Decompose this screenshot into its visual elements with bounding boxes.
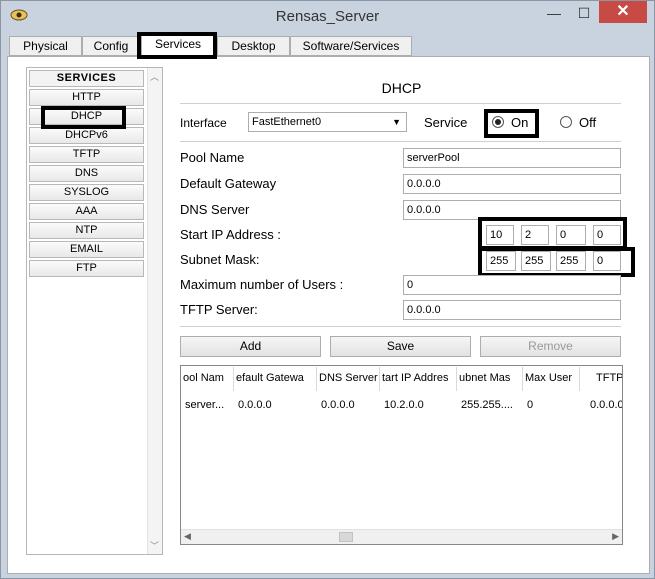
service-off-radio[interactable] xyxy=(560,116,572,128)
dropdown-arrow-icon: ▼ xyxy=(392,117,401,127)
title-bar[interactable]: Rensas_Server — ☐ ✕ xyxy=(1,1,654,32)
tftp-server-label: TFTP Server: xyxy=(180,302,258,317)
close-button[interactable]: ✕ xyxy=(599,1,647,23)
service-email[interactable]: EMAIL xyxy=(29,241,144,258)
service-on-label: On xyxy=(511,115,529,130)
column-header[interactable]: TFTP xyxy=(580,367,622,391)
table-cell[interactable]: 255.255.... xyxy=(457,396,523,414)
minimize-button[interactable]: — xyxy=(540,3,568,23)
service-ntp[interactable]: NTP xyxy=(29,222,144,239)
dhcp-panel: DHCP Interface FastEthernet0 ▼ Service O… xyxy=(180,57,635,567)
start-ip-octet-3[interactable]: 0 xyxy=(556,225,586,245)
tab-bar: Physical Config Services Desktop Softwar… xyxy=(7,34,650,57)
scroll-thumb[interactable] xyxy=(339,532,353,542)
table-cell[interactable]: 0.0.0.0 xyxy=(317,396,380,414)
subnet-octet-1[interactable]: 255 xyxy=(486,251,516,271)
pool-table: ool Nam efault Gatewa DNS Server tart IP… xyxy=(180,365,623,545)
dhcp-heading: DHCP xyxy=(381,80,422,96)
subnet-octet-3[interactable]: 255 xyxy=(556,251,586,271)
service-syslog[interactable]: SYSLOG xyxy=(29,184,144,201)
start-ip-octet-1[interactable]: 10 xyxy=(486,225,514,245)
tab-services[interactable]: Services xyxy=(141,34,215,57)
services-header: SERVICES xyxy=(29,70,144,87)
gateway-label: Default Gateway xyxy=(180,176,277,191)
column-header[interactable]: tart IP Addres xyxy=(380,367,457,391)
divider xyxy=(180,103,621,104)
max-users-input[interactable]: 0 xyxy=(403,275,621,295)
services-sidebar: SERVICES HTTP DHCP DHCPv6 TFTP DNS SYSLO… xyxy=(26,67,163,555)
tab-config[interactable]: Config xyxy=(82,36,140,56)
service-label: Service xyxy=(424,115,468,130)
service-ftp[interactable]: FTP xyxy=(29,260,144,277)
tab-desktop[interactable]: Desktop xyxy=(217,36,290,56)
pool-name-input[interactable]: serverPool xyxy=(403,148,621,168)
maximize-button[interactable]: ☐ xyxy=(570,3,598,23)
gateway-input[interactable]: 0.0.0.0 xyxy=(403,174,621,194)
scroll-left-icon[interactable]: ◀ xyxy=(184,531,191,542)
divider xyxy=(180,141,621,142)
max-users-label: Maximum number of Users : xyxy=(180,277,344,292)
add-button[interactable]: Add xyxy=(180,336,321,357)
start-ip-label: Start IP Address : xyxy=(180,227,281,242)
dns-server-label: DNS Server xyxy=(180,202,250,217)
dns-server-input[interactable]: 0.0.0.0 xyxy=(403,200,621,220)
table-cell[interactable]: 10.2.0.0 xyxy=(380,396,457,414)
subnet-octet-4[interactable]: 0 xyxy=(593,251,621,271)
tab-physical[interactable]: Physical xyxy=(9,36,82,56)
subnet-mask-label: Subnet Mask: xyxy=(180,252,260,267)
column-header[interactable]: ool Nam xyxy=(181,367,234,391)
service-aaa[interactable]: AAA xyxy=(29,203,144,220)
server-window: Rensas_Server — ☐ ✕ Physical Config Serv… xyxy=(0,0,655,579)
column-header[interactable]: efault Gatewa xyxy=(234,367,317,391)
interface-value: FastEthernet0 xyxy=(252,116,322,128)
service-dhcpv6[interactable]: DHCPv6 xyxy=(29,127,144,144)
scroll-up-icon[interactable]: ︿ xyxy=(150,70,159,83)
service-on-radio[interactable] xyxy=(492,116,504,128)
start-ip-octet-4[interactable]: 0 xyxy=(593,225,621,245)
tab-software-services[interactable]: Software/Services xyxy=(290,36,412,56)
scroll-right-icon[interactable]: ▶ xyxy=(612,531,619,542)
remove-button[interactable]: Remove xyxy=(480,336,621,357)
services-list: SERVICES HTTP DHCP DHCPv6 TFTP DNS SYSLO… xyxy=(29,70,144,279)
table-cell[interactable]: 0.0.0.0 xyxy=(580,396,622,414)
sidebar-scrollbar[interactable]: ︿ ﹀ xyxy=(147,68,162,554)
subnet-octet-2[interactable]: 255 xyxy=(521,251,551,271)
divider xyxy=(180,326,621,327)
service-dhcp[interactable]: DHCP xyxy=(29,108,144,125)
service-tftp[interactable]: TFTP xyxy=(29,146,144,163)
service-dns[interactable]: DNS xyxy=(29,165,144,182)
pool-name-label: Pool Name xyxy=(180,150,245,165)
start-ip-octet-2[interactable]: 2 xyxy=(521,225,549,245)
interface-label: Interface xyxy=(180,116,227,130)
column-header[interactable]: DNS Server xyxy=(317,367,380,391)
column-header[interactable]: Max User xyxy=(523,367,580,391)
service-http[interactable]: HTTP xyxy=(29,89,144,106)
service-off-label: Off xyxy=(579,115,597,130)
services-content: SERVICES HTTP DHCP DHCPv6 TFTP DNS SYSLO… xyxy=(7,56,650,574)
table-cell[interactable]: 0 xyxy=(523,396,580,414)
table-cell[interactable]: 0.0.0.0 xyxy=(234,396,317,414)
interface-select[interactable]: FastEthernet0 ▼ xyxy=(248,112,407,132)
table-horizontal-scrollbar[interactable]: ◀ ▶ xyxy=(181,529,622,544)
scroll-down-icon[interactable]: ﹀ xyxy=(150,539,159,552)
save-button[interactable]: Save xyxy=(330,336,471,357)
column-header[interactable]: ubnet Mas xyxy=(457,367,523,391)
table-cell[interactable]: server... xyxy=(181,396,234,414)
tftp-server-input[interactable]: 0.0.0.0 xyxy=(403,300,621,320)
